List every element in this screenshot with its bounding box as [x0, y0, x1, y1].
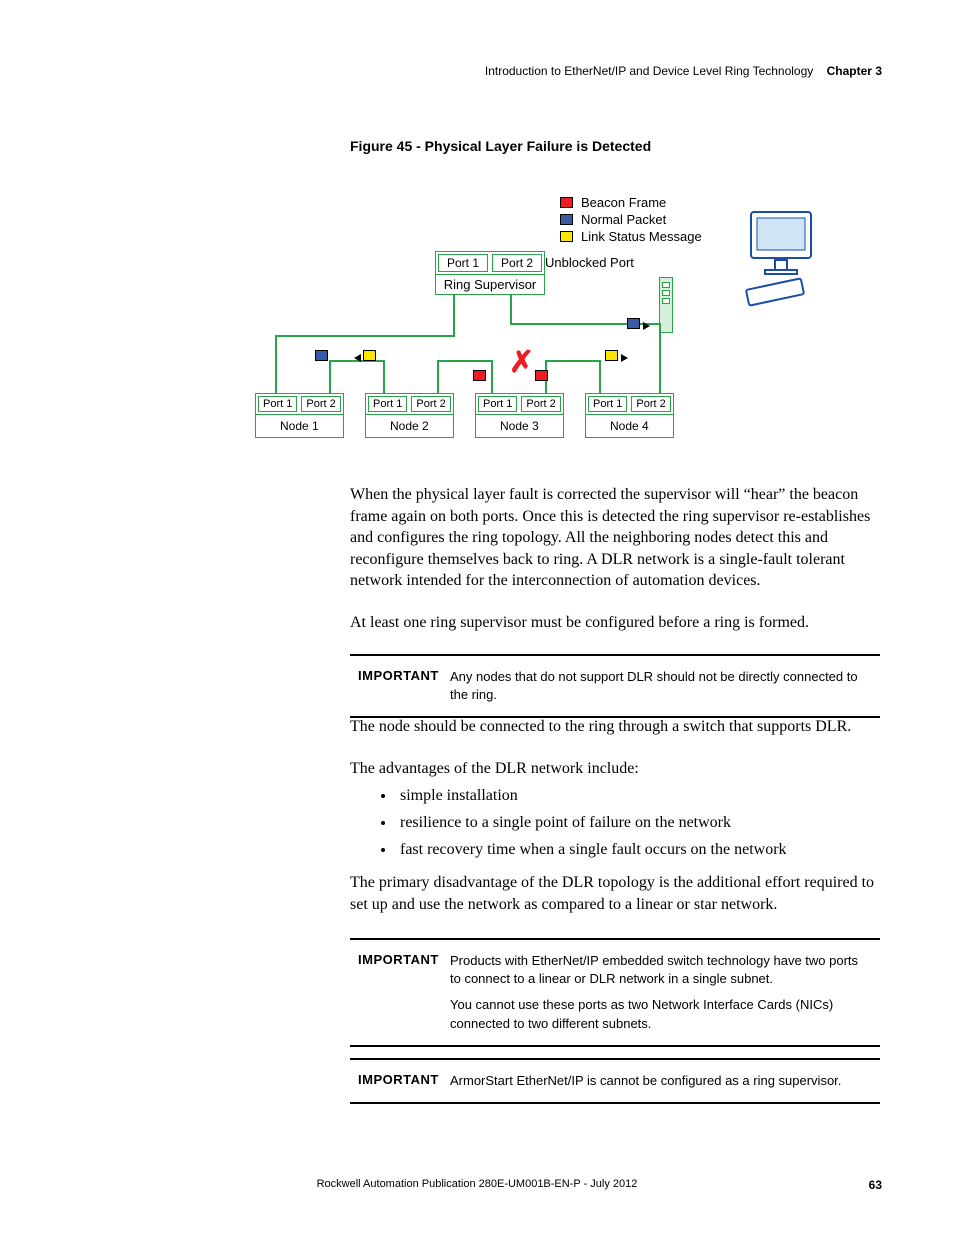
important-box-3: IMPORTANT ArmorStart EtherNet/IP is cann… — [350, 1058, 880, 1104]
legend-normal: Normal Packet — [581, 212, 666, 227]
page-number: 63 — [869, 1178, 882, 1192]
node-2: Port 1 Port 2 Node 2 — [365, 393, 454, 438]
wire — [599, 360, 601, 393]
normal-packet-icon — [627, 318, 640, 329]
fault-x-icon: ✗ — [509, 345, 534, 380]
supervisor-port1: Port 1 — [438, 254, 488, 272]
publication-info: Rockwell Automation Publication 280E-UM0… — [317, 1178, 638, 1190]
node4-port1: Port 1 — [588, 396, 627, 412]
important-box-1: IMPORTANT Any nodes that do not support … — [350, 654, 880, 718]
wire — [659, 333, 661, 393]
beacon-packet-icon — [535, 370, 548, 381]
important-label: IMPORTANT — [350, 656, 450, 716]
page-footer: Rockwell Automation Publication 280E-UM0… — [0, 1178, 954, 1190]
node4-port2: Port 2 — [631, 396, 670, 412]
wire — [329, 360, 331, 393]
figure-caption: Figure 45 - Physical Layer Failure is De… — [350, 138, 651, 154]
page-header: Introduction to EtherNet/IP and Device L… — [485, 64, 882, 78]
paragraph-3: The node should be connected to the ring… — [350, 716, 880, 738]
header-title: Introduction to EtherNet/IP and Device L… — [485, 64, 813, 78]
paragraph-5: The primary disadvantage of the DLR topo… — [350, 872, 880, 915]
node4-label: Node 4 — [586, 414, 673, 437]
node2-port1: Port 1 — [368, 396, 407, 412]
arrow-right-icon — [643, 322, 650, 330]
unblocked-port-label: Unblocked Port — [545, 255, 634, 271]
node-3: Port 1 Port 2 Node 3 — [475, 393, 564, 438]
legend-row: Beacon Frame — [560, 195, 702, 210]
wire — [275, 335, 277, 393]
wire — [453, 295, 455, 335]
legend-row: Link Status Message — [560, 229, 702, 244]
legend-swatch-yellow — [560, 231, 573, 242]
diagram-legend: Beacon Frame Normal Packet Link Status M… — [560, 195, 702, 246]
list-item: fast recovery time when a single fault o… — [396, 836, 880, 863]
wire — [437, 360, 493, 362]
wire — [275, 335, 455, 337]
node3-port2: Port 2 — [521, 396, 560, 412]
supervisor-port2: Port 2 — [492, 254, 542, 272]
important-text: ArmorStart EtherNet/IP is cannot be conf… — [450, 1060, 849, 1102]
node2-port2: Port 2 — [411, 396, 450, 412]
important-text: Any nodes that do not support DLR should… — [450, 656, 880, 716]
arrow-left-icon — [354, 354, 361, 362]
supervisor-label: Ring Supervisor — [436, 274, 544, 294]
legend-swatch-red — [560, 197, 573, 208]
node1-label: Node 1 — [256, 414, 343, 437]
legend-row: Normal Packet — [560, 212, 702, 227]
list-item: simple installation — [396, 782, 880, 809]
dlr-diagram: Beacon Frame Normal Packet Link Status M… — [255, 195, 825, 455]
node2-label: Node 2 — [366, 414, 453, 437]
link-status-packet-icon — [605, 350, 618, 361]
important2-p1: Products with EtherNet/IP embedded switc… — [450, 952, 872, 988]
node3-port1: Port 1 — [478, 396, 517, 412]
important2-p2: You cannot use these ports as two Networ… — [450, 996, 872, 1032]
node-1: Port 1 Port 2 Node 1 — [255, 393, 344, 438]
legend-swatch-blue — [560, 214, 573, 225]
node-4: Port 1 Port 2 Node 4 — [585, 393, 674, 438]
switch-device-icon — [659, 277, 673, 333]
list-item: resilience to a single point of failure … — [396, 809, 880, 836]
paragraph-4: The advantages of the DLR network includ… — [350, 758, 880, 780]
link-status-packet-icon — [363, 350, 376, 361]
wire — [383, 360, 385, 393]
wire — [510, 295, 512, 325]
important-box-2: IMPORTANT Products with EtherNet/IP embe… — [350, 938, 880, 1047]
node1-port1: Port 1 — [258, 396, 297, 412]
wire — [659, 323, 661, 333]
paragraph-1: When the physical layer fault is correct… — [350, 484, 880, 592]
chapter-label: Chapter 3 — [827, 64, 882, 78]
ring-supervisor: Port 1 Port 2 Ring Supervisor — [435, 251, 545, 295]
node3-label: Node 3 — [476, 414, 563, 437]
advantages-list: simple installation resilience to a sing… — [372, 782, 880, 864]
host-computer-icon — [745, 210, 820, 330]
legend-beacon: Beacon Frame — [581, 195, 666, 210]
arrow-right-icon — [621, 354, 628, 362]
node1-port2: Port 2 — [301, 396, 340, 412]
wire — [491, 360, 493, 393]
paragraph-2: At least one ring supervisor must be con… — [350, 612, 880, 634]
wire — [545, 360, 601, 362]
important-label: IMPORTANT — [350, 940, 450, 1045]
wire — [437, 360, 439, 393]
important-label: IMPORTANT — [350, 1060, 450, 1102]
legend-linkstatus: Link Status Message — [581, 229, 702, 244]
beacon-packet-icon — [473, 370, 486, 381]
important-text: Products with EtherNet/IP embedded switc… — [450, 940, 880, 1045]
normal-packet-icon — [315, 350, 328, 361]
